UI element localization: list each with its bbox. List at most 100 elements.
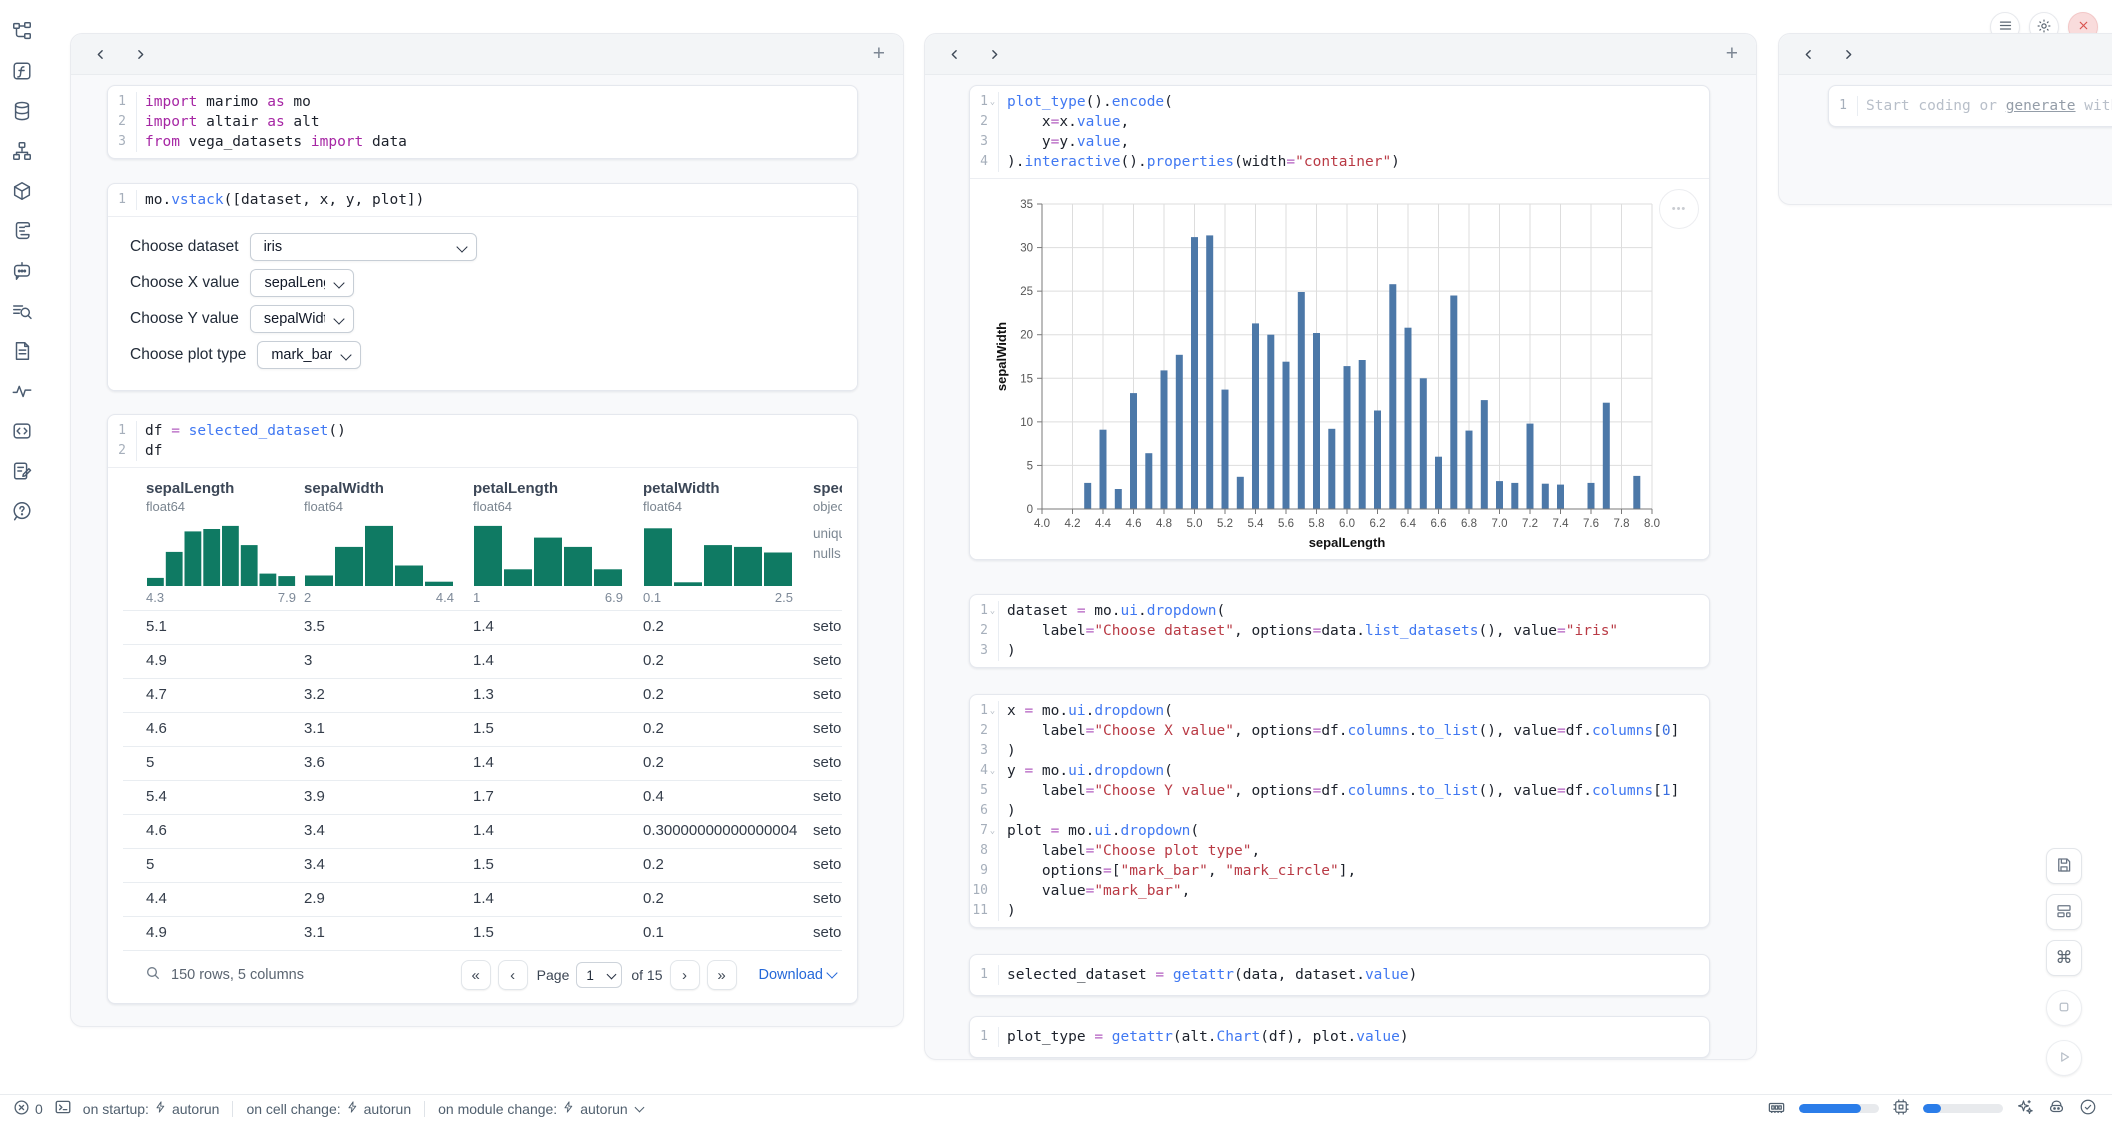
code-line: 3from vega_datasets import data	[108, 132, 857, 152]
dropdown-select-wrap: iris	[250, 233, 477, 261]
code-editor[interactable]: 1⌄x = mo.ui.dropdown(2 label="Choose X v…	[970, 695, 1709, 927]
sidebar-outline-search-button[interactable]	[10, 300, 34, 324]
table-cell: 3.4	[304, 849, 325, 881]
dropdown-select-4[interactable]: mark_bar	[257, 341, 361, 369]
ai-assist-button[interactable]	[2016, 1098, 2034, 1119]
dropdown-label: Choose dataset	[130, 238, 239, 256]
generate-link[interactable]: generate	[2006, 98, 2076, 114]
errors-indicator[interactable]: 0	[13, 1099, 43, 1119]
run-button[interactable]	[2046, 1040, 2082, 1076]
table-cell: 3.5	[304, 611, 325, 643]
code-editor[interactable]: 1mo.vstack([dataset, x, y, plot])	[108, 184, 857, 216]
first-page-button[interactable]: «	[461, 960, 491, 990]
memory-bar-fill	[1799, 1104, 1861, 1113]
code-editor[interactable]: 1selected_dataset = getattr(data, datase…	[970, 955, 1709, 995]
table-row: 4.93.11.50.1setosa	[123, 916, 842, 950]
table-column-header[interactable]: speciesobjectunique:nulls:	[813, 480, 842, 514]
chevron-down-icon	[826, 967, 837, 978]
sidebar-logs-button[interactable]	[10, 220, 34, 244]
copilot-button[interactable]	[2047, 1098, 2066, 1120]
code-editor[interactable]: 1import marimo as mo2import altair as al…	[108, 86, 857, 158]
line-number: 1	[970, 601, 988, 621]
sidebar-dependencies-button[interactable]	[10, 140, 34, 164]
column-right-arrow[interactable]	[1835, 41, 1861, 67]
on-module-change-setting[interactable]: on module change: autorun	[438, 1100, 643, 1117]
column-left-arrow[interactable]	[1795, 41, 1821, 67]
terminal-button[interactable]	[54, 1098, 72, 1119]
page-label: Page	[537, 967, 570, 983]
column-right-arrow[interactable]	[127, 41, 153, 67]
chart-more-options-button[interactable]: •••	[1659, 189, 1699, 229]
page-select[interactable]: 1	[576, 962, 622, 988]
line-number: 10	[970, 881, 988, 901]
fold-spacer	[988, 841, 997, 861]
sidebar-snippets-button[interactable]	[10, 420, 34, 444]
code-editor[interactable]: 1⌄dataset = mo.ui.dropdown(2 label="Choo…	[970, 595, 1709, 667]
on-startup-setting[interactable]: on startup: autorun	[83, 1100, 220, 1117]
layout-toggle-button[interactable]	[2046, 894, 2082, 930]
add-cell-button[interactable]: +	[1724, 44, 1740, 64]
table-row: 5.43.91.70.4setosa	[123, 780, 842, 814]
table-row: 4.63.41.40.30000000000000004setosa	[123, 814, 842, 848]
keyboard-shortcuts-button[interactable]: ⌘	[2046, 940, 2082, 976]
download-button[interactable]: Download	[753, 966, 843, 984]
sidebar-packages-button[interactable]	[10, 180, 34, 204]
fold-spacer	[988, 861, 997, 881]
on-module-change-label: on module change:	[438, 1101, 557, 1117]
sidebar-scratchpad-button[interactable]	[10, 460, 34, 484]
code-editor[interactable]: 1⌄plot_type().encode(2 x=x.value,3 y=y.v…	[970, 86, 1709, 178]
code-editor[interactable]: 1df = selected_dataset()2df	[108, 415, 857, 467]
play-icon	[2055, 1048, 2073, 1069]
previous-page-button[interactable]: ‹	[498, 960, 528, 990]
sidebar-help-button[interactable]	[10, 500, 34, 524]
column-1-cells: 1import marimo as mo2import altair as al…	[71, 75, 903, 1026]
svg-text:7.8: 7.8	[1614, 518, 1630, 530]
dropdown-select-2[interactable]: sepalLength	[250, 269, 354, 297]
empty-cell-editor[interactable]: 1Start coding or generate with AI	[1829, 86, 2112, 126]
next-page-button[interactable]: ›	[670, 960, 700, 990]
column-right-arrow[interactable]	[981, 41, 1007, 67]
search-icon[interactable]	[145, 965, 161, 986]
cpu-bar-fill	[1923, 1104, 1941, 1113]
notebook-cell: 1⌄dataset = mo.ui.dropdown(2 label="Choo…	[969, 594, 1710, 668]
on-cell-change-setting[interactable]: on cell change: autorun	[246, 1100, 411, 1117]
table-cell: 0.2	[643, 611, 664, 643]
table-column-header[interactable]: petalWidthfloat640.12.5	[643, 480, 813, 514]
column-histogram	[304, 524, 454, 586]
svg-text:10: 10	[1020, 417, 1033, 429]
add-cell-button[interactable]: +	[871, 44, 887, 64]
fold-spacer	[988, 132, 997, 152]
table-cell: 3.6	[304, 747, 325, 779]
table-row: 4.931.40.2setosa	[123, 644, 842, 678]
stop-button[interactable]	[2046, 990, 2082, 1026]
column-left-arrow[interactable]	[87, 41, 113, 67]
code-line: 10 value="mark_bar",	[970, 881, 1709, 901]
last-page-button[interactable]: »	[707, 960, 737, 990]
code-editor[interactable]: 1plot_type = getattr(alt.Chart(df), plot…	[970, 1017, 1709, 1057]
svg-text:0: 0	[1027, 504, 1033, 516]
sidebar-datasources-button[interactable]	[10, 100, 34, 124]
table-column-header[interactable]: sepalLengthfloat644.37.9	[146, 480, 316, 514]
table-column-header[interactable]: petalLengthfloat6416.9	[473, 480, 643, 514]
table-column-header[interactable]: sepalWidthfloat6424.4	[304, 480, 474, 514]
dropdown-select-1[interactable]: iris	[250, 233, 477, 261]
line-number: 1	[970, 965, 988, 985]
dropdown-select-3[interactable]: sepalWidth	[250, 305, 354, 333]
sidebar-file-explorer-button[interactable]	[10, 20, 34, 44]
code-text: )	[998, 741, 1016, 761]
sidebar-documentation-button[interactable]	[10, 340, 34, 364]
chart-output[interactable]: 4.04.24.44.64.85.05.25.45.65.86.06.26.46…	[970, 179, 1709, 559]
on-cell-change-label: on cell change:	[246, 1101, 340, 1117]
fold-spacer	[126, 132, 135, 152]
code-line: 1selected_dataset = getattr(data, datase…	[970, 965, 1709, 985]
code-text: x = mo.ui.dropdown(	[998, 701, 1173, 721]
code-line: 1⌄plot_type().encode(	[970, 92, 1709, 112]
sidebar-ai-chat-button[interactable]	[10, 260, 34, 284]
column-left-arrow[interactable]	[941, 41, 967, 67]
sidebar-functions-button[interactable]	[10, 60, 34, 84]
code-line: 1df = selected_dataset()	[108, 421, 857, 441]
sidebar-tracing-button[interactable]	[10, 380, 34, 404]
save-button[interactable]	[2046, 848, 2082, 884]
connection-status-button[interactable]	[2079, 1098, 2097, 1119]
dataframe-output: sepalLengthfloat644.37.9sepalWidthfloat6…	[123, 480, 842, 999]
